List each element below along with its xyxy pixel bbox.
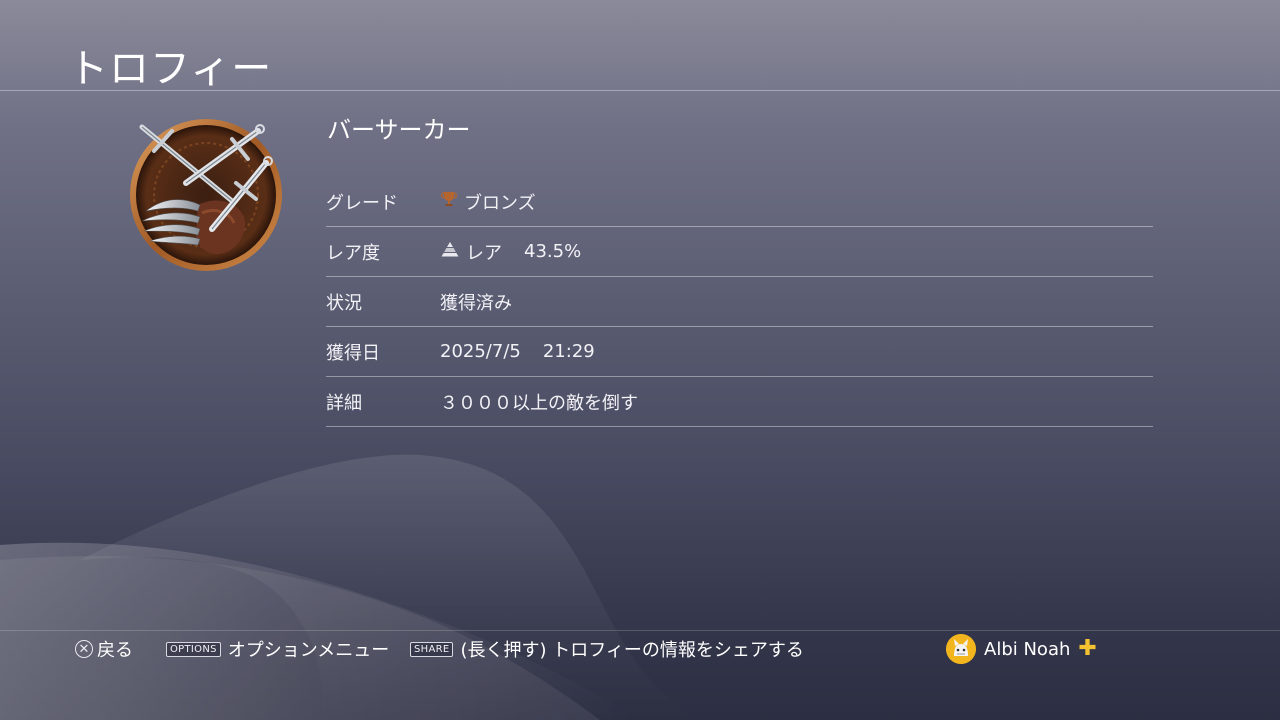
trophy-icon	[128, 117, 284, 273]
user-name: Albi Noah	[984, 638, 1071, 660]
status-row: 状況 獲得済み	[326, 277, 1153, 327]
options-key-icon: OPTIONS	[166, 641, 221, 657]
rarity-value: レア 43.5%	[440, 239, 581, 265]
avatar	[946, 634, 976, 664]
share-hint[interactable]: SHARE (長く押す) トロフィーの情報をシェアする	[410, 636, 804, 662]
earned-date-value: 2025/7/5 21:29	[440, 341, 595, 362]
rarity-row: レア度 レア 43.5%	[326, 227, 1153, 277]
footer-hints: ✕ 戻る OPTIONS オプションメニュー SHARE (長く押す) トロフィ…	[0, 634, 1280, 664]
rarity-text: レア	[466, 242, 502, 264]
earned-date-label: 獲得日	[326, 342, 380, 364]
playstation-plus-icon: ✚	[1078, 636, 1097, 661]
trophy-details: グレード ブロンズ レア度 レア 43.5% 状況 獲得済み 獲得日 2025/…	[326, 177, 1153, 427]
description-row: 詳細 ３０００以上の敵を倒す	[326, 377, 1153, 427]
grade-label: グレード	[326, 192, 398, 214]
bronze-trophy-icon	[440, 190, 458, 213]
header-divider	[0, 90, 1280, 91]
description-value: ３０００以上の敵を倒す	[440, 392, 638, 414]
grade-value: ブロンズ	[440, 189, 536, 215]
grade-row: グレード ブロンズ	[326, 177, 1153, 227]
footer-divider	[0, 630, 1280, 631]
page-title: トロフィー	[68, 46, 273, 92]
cross-button-icon: ✕	[75, 640, 93, 658]
share-label: (長く押す) トロフィーの情報をシェアする	[460, 640, 804, 661]
options-hint[interactable]: OPTIONS オプションメニュー	[166, 636, 389, 662]
back-hint[interactable]: ✕ 戻る	[75, 636, 133, 662]
rarity-pyramid-icon	[440, 241, 460, 262]
user-info[interactable]: Albi Noah ✚	[946, 634, 1097, 664]
back-label: 戻る	[97, 640, 133, 661]
grade-text: ブロンズ	[464, 192, 536, 214]
status-label: 状況	[326, 292, 362, 314]
rarity-percent: 43.5%	[524, 241, 582, 262]
earned-time: 21:29	[542, 341, 595, 362]
earned-date: 2025/7/5	[440, 341, 521, 362]
share-key-icon: SHARE	[410, 641, 454, 657]
options-label: オプションメニュー	[227, 640, 390, 661]
earned-date-row: 獲得日 2025/7/5 21:29	[326, 327, 1153, 377]
trophy-name: バーサーカー	[327, 116, 471, 144]
status-value: 獲得済み	[440, 292, 512, 314]
description-label: 詳細	[326, 392, 362, 414]
rarity-label: レア度	[326, 242, 380, 264]
